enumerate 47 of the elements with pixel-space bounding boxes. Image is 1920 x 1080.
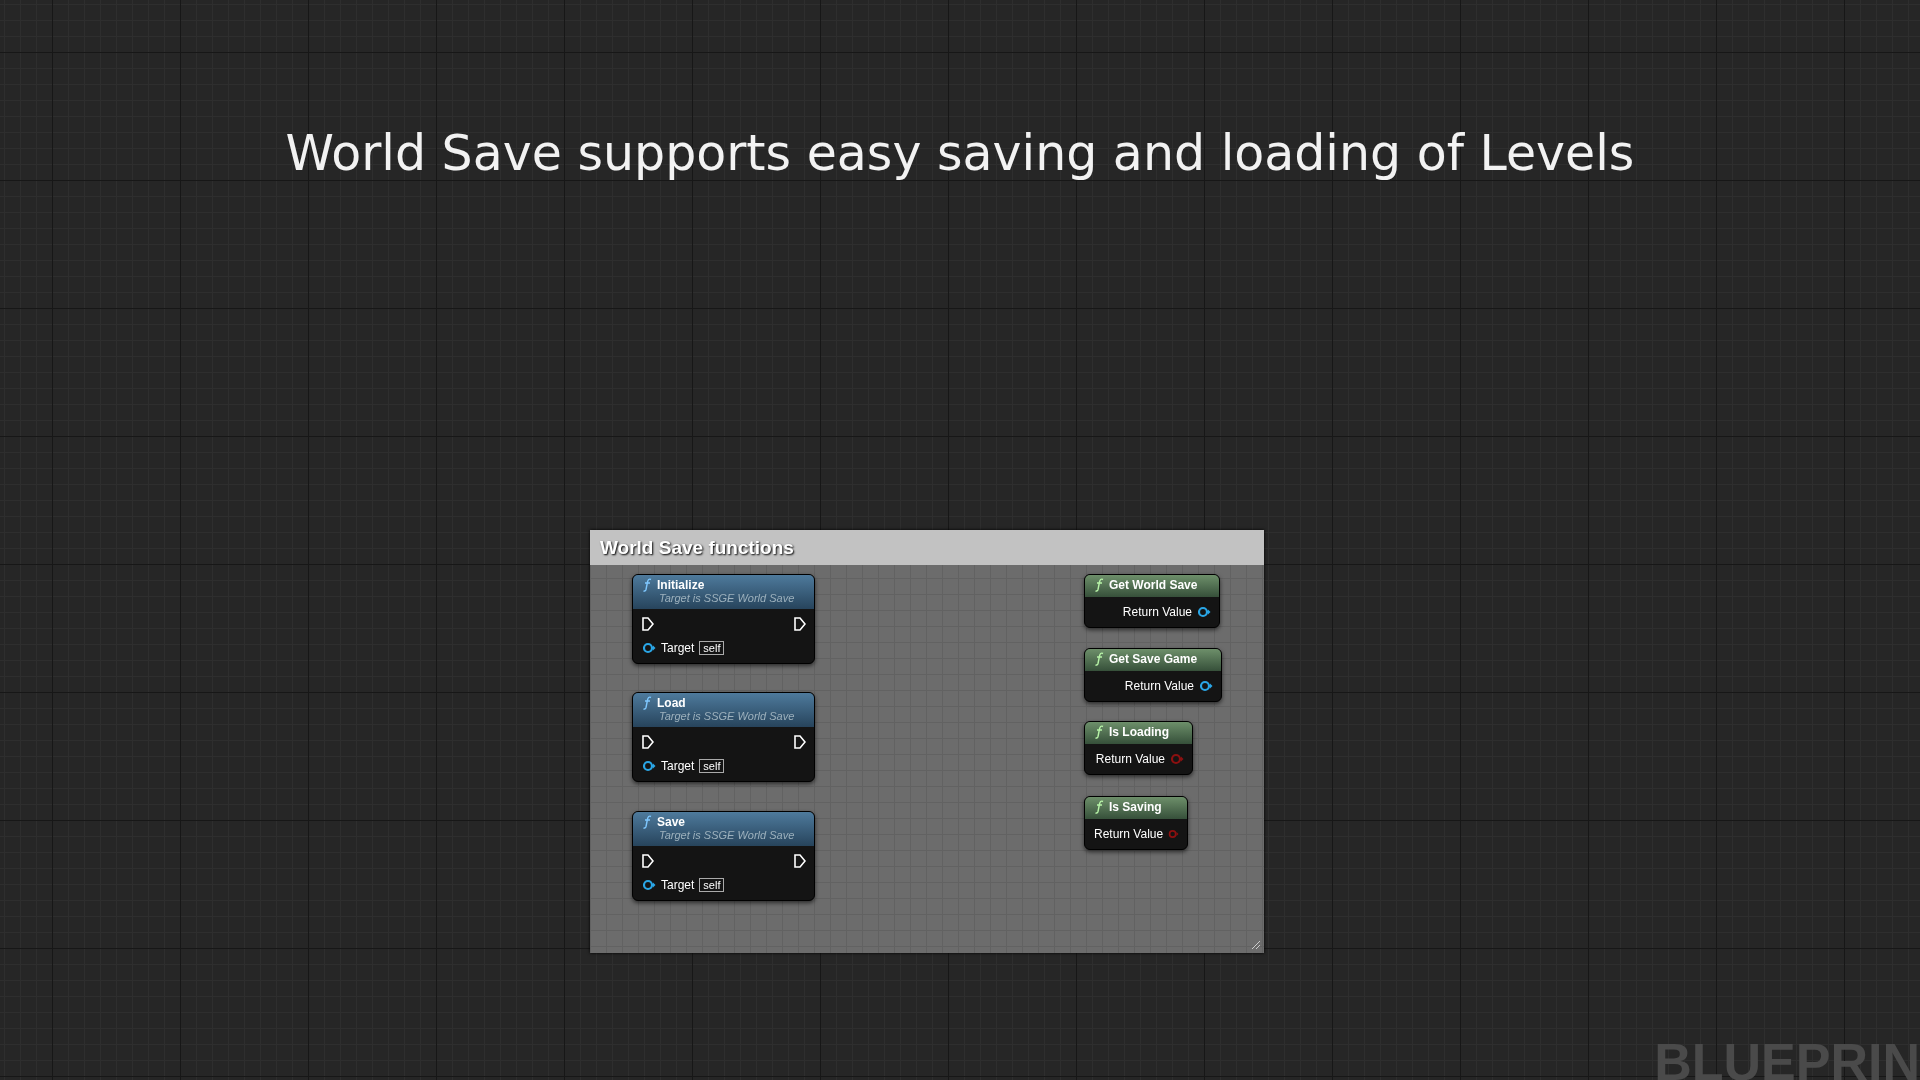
pin-default-value[interactable]: self	[699, 878, 725, 892]
node-title: Initialize	[657, 578, 705, 592]
node-title: Is Saving	[1109, 800, 1162, 814]
data-pin-icon[interactable]	[1199, 680, 1213, 692]
node-subtitle: Target is SSGE World Save	[658, 710, 796, 722]
function-node[interactable]: Is Loading Return Value	[1084, 721, 1193, 775]
pin-label: Return Value	[1122, 605, 1192, 619]
function-icon	[643, 578, 652, 592]
data-pin-icon[interactable]	[1197, 606, 1211, 618]
pin-label: Target	[661, 641, 695, 655]
exec-pin-icon[interactable]	[794, 735, 806, 749]
node-title: Get World Save	[1109, 578, 1198, 592]
node-title: Load	[657, 696, 686, 710]
function-icon	[643, 815, 652, 829]
resize-grip-icon[interactable]	[1251, 940, 1261, 950]
pin-label: Return Value	[1094, 827, 1164, 841]
exec-pin-icon[interactable]	[642, 735, 654, 749]
data-pin-icon[interactable]	[642, 760, 656, 772]
pin-default-value[interactable]: self	[699, 759, 725, 773]
function-node[interactable]: Initialize Target is SSGE World Save Target self	[632, 574, 815, 664]
pin-label: Return Value	[1095, 752, 1165, 766]
headline: World Save supports easy saving and loading of Levels	[284, 125, 1636, 182]
pin-default-value[interactable]: self	[699, 641, 725, 655]
pin-label: Return Value	[1124, 679, 1194, 693]
function-icon	[643, 696, 652, 710]
exec-pin-icon[interactable]	[794, 617, 806, 631]
exec-pin-icon[interactable]	[794, 854, 806, 868]
function-node[interactable]: Get Save Game Return Value	[1084, 648, 1222, 702]
node-title: Is Loading	[1109, 725, 1169, 739]
function-icon	[1095, 725, 1104, 739]
function-icon	[1095, 652, 1104, 666]
node-subtitle: Target is SSGE World Save	[658, 592, 796, 604]
exec-pin-icon[interactable]	[642, 854, 654, 868]
function-icon	[1095, 800, 1104, 814]
pin-label: Target	[661, 759, 695, 773]
function-node[interactable]: Is Saving Return Value	[1084, 796, 1188, 850]
function-node[interactable]: Load Target is SSGE World Save Target self	[632, 692, 815, 782]
function-node[interactable]: Get World Save Return Value	[1084, 574, 1220, 628]
data-pin-icon[interactable]	[642, 642, 656, 654]
exec-pin-icon[interactable]	[642, 617, 654, 631]
pin-label: Target	[661, 878, 695, 892]
node-title: Save	[657, 815, 686, 829]
data-pin-icon[interactable]	[642, 879, 656, 891]
node-subtitle: Target is SSGE World Save	[658, 829, 796, 841]
function-icon	[1095, 578, 1104, 592]
function-node[interactable]: Save Target is SSGE World Save Target self	[632, 811, 815, 901]
node-title: Get Save Game	[1109, 652, 1198, 666]
